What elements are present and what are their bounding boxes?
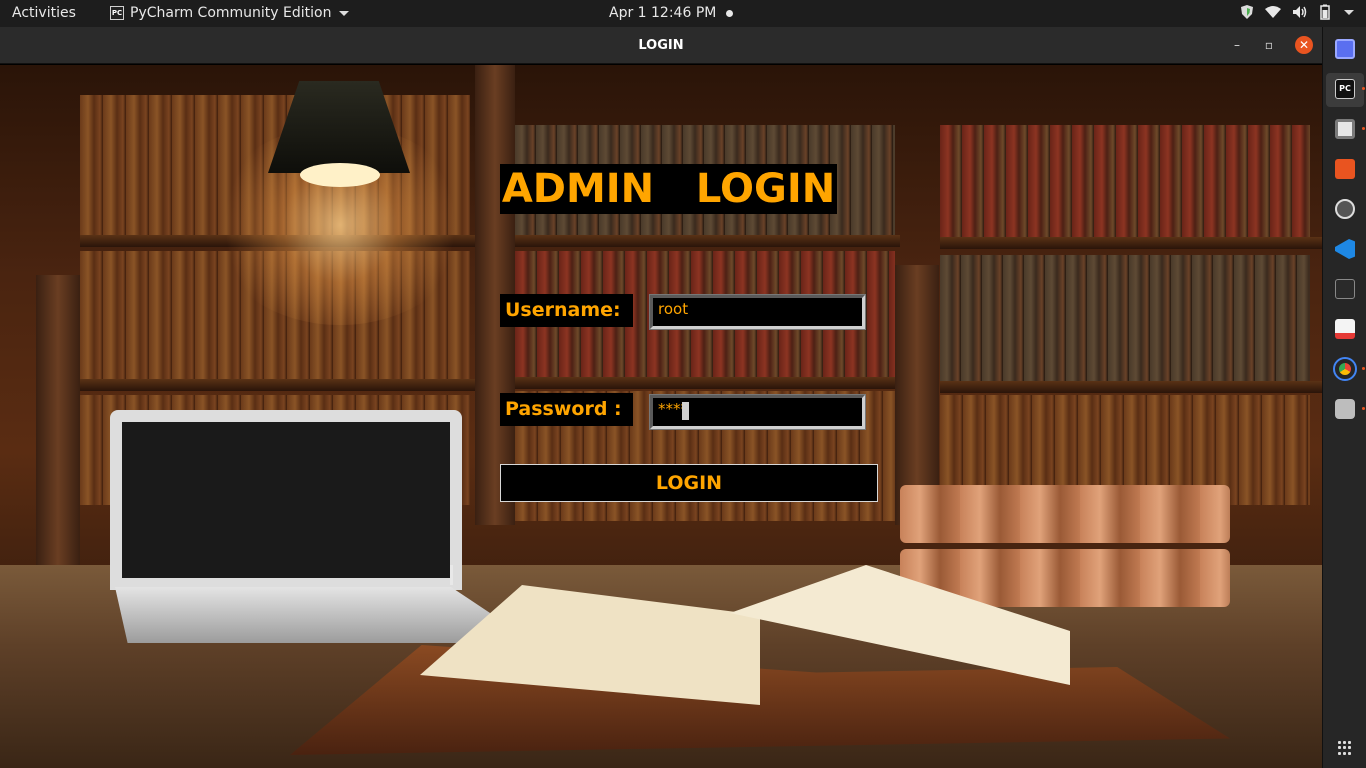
dock: PC [1322,27,1366,768]
text-cursor [682,402,689,420]
open-book [290,565,1230,755]
pycharm-icon[interactable]: PC [1335,79,1355,99]
page-title: ADMIN LOGIN [500,164,837,214]
username-label: Username: [500,294,633,327]
chrome-icon[interactable] [1333,357,1357,381]
app-menu-label: PyCharm Community Edition [130,5,332,21]
clock[interactable]: Apr 1 12:46 PM [609,5,716,21]
vscode-icon[interactable] [1335,239,1355,259]
window-titlebar[interactable]: LOGIN – ▫ ✕ [0,27,1322,64]
updater-icon[interactable] [1335,199,1355,219]
volume-icon[interactable] [1292,5,1308,19]
minimize-button[interactable]: – [1228,36,1246,54]
maximize-button[interactable]: ▫ [1260,36,1278,54]
laptop [110,410,462,590]
files-icon[interactable] [1335,119,1355,139]
window-title: LOGIN [638,38,684,53]
shield-icon[interactable] [1240,4,1254,20]
app-menu[interactable]: PC PyCharm Community Edition [110,5,350,21]
software-center-icon[interactable] [1335,159,1355,179]
system-tray[interactable] [1240,4,1354,20]
login-button[interactable]: LOGIN [500,464,878,502]
mouse-ibeam-cursor [450,565,453,585]
show-applications-icon[interactable] [1338,741,1352,755]
username-field[interactable]: root [649,294,866,330]
close-button[interactable]: ✕ [1295,36,1313,54]
chevron-down-icon [339,10,350,16]
notification-dot-icon [726,10,733,17]
bookshelf-right-middle [940,255,1310,381]
system-menu-chevron-icon[interactable] [1344,9,1354,15]
password-label: Password : [500,393,633,426]
screenshot-icon[interactable] [1335,39,1355,59]
top-bar: Activities PC PyCharm Community Edition … [0,0,1366,27]
activities-button[interactable]: Activities [12,5,76,21]
disk-icon[interactable] [1335,399,1355,419]
terminal-icon[interactable] [1335,279,1355,299]
pycharm-icon: PC [110,6,124,20]
wifi-icon[interactable] [1264,5,1282,19]
bookshelf-right-top [940,125,1310,237]
battery-icon[interactable] [1318,4,1332,20]
document-viewer-icon[interactable] [1335,319,1355,339]
